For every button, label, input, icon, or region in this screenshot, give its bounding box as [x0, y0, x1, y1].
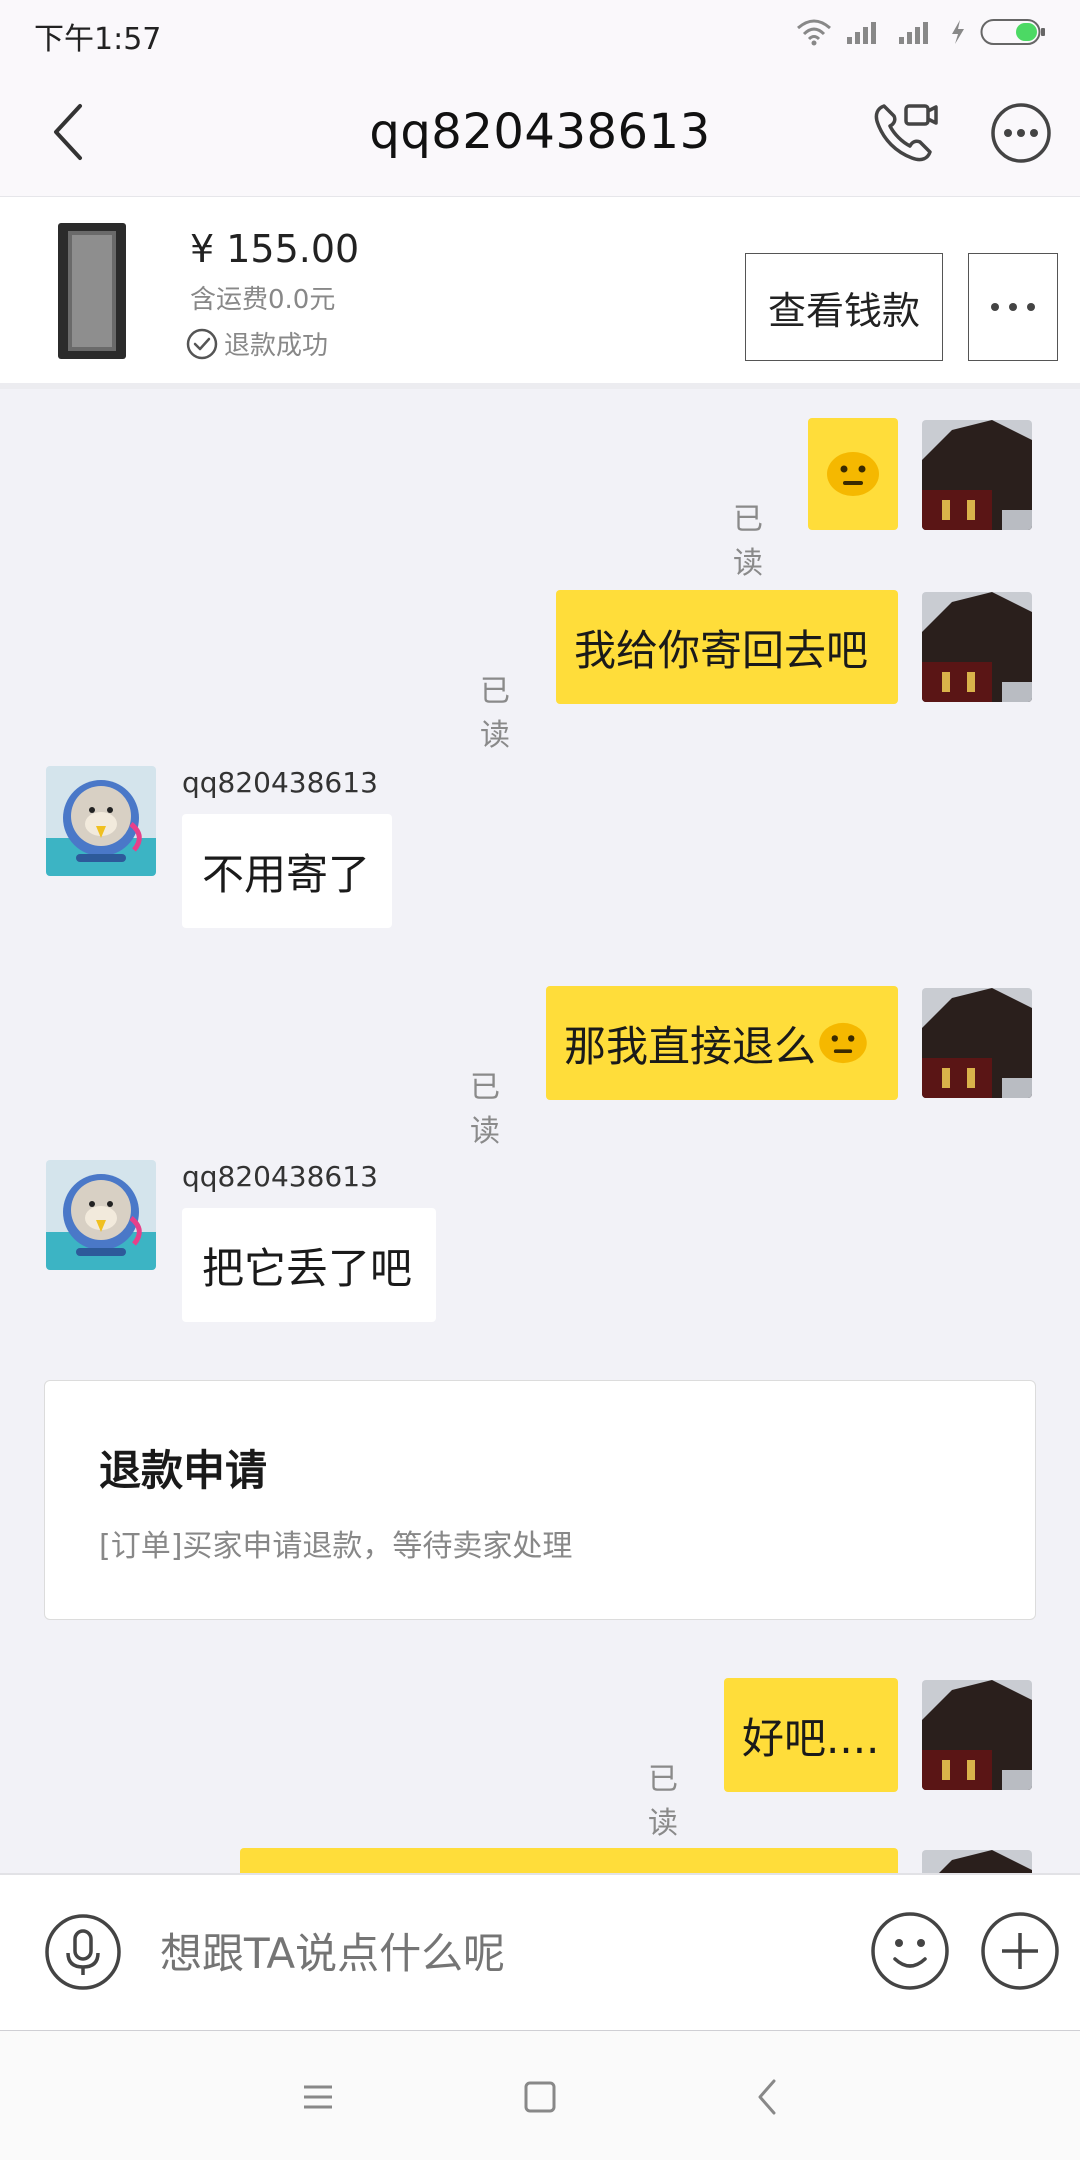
status-bar: 下午1:57: [0, 0, 1080, 66]
system-navigation-bar: [0, 2031, 1080, 2160]
menu-icon[interactable]: [296, 2075, 340, 2119]
plus-icon[interactable]: [980, 1911, 1060, 1991]
status-icons: [796, 18, 1046, 46]
read-label: 已读: [648, 1762, 678, 1841]
refund-status-label: 退款成功: [224, 331, 329, 361]
smiley-icon[interactable]: [870, 1911, 950, 1991]
refund-status: 退款成功: [186, 325, 328, 362]
user-avatar[interactable]: [922, 420, 1032, 530]
user-avatar[interactable]: [922, 988, 1032, 1098]
home-square-icon[interactable]: [518, 2075, 562, 2119]
phone-video-icon[interactable]: [870, 96, 940, 166]
contact-avatar[interactable]: [46, 1160, 156, 1270]
order-more-button[interactable]: [968, 253, 1058, 361]
more-dots-icon[interactable]: [990, 102, 1052, 164]
message-bubble[interactable]: [240, 1848, 898, 1873]
message-bubble[interactable]: 那我直接退么: [546, 986, 898, 1100]
user-avatar[interactable]: [922, 1680, 1032, 1790]
microphone-icon[interactable]: [44, 1913, 122, 1991]
product-image[interactable]: [56, 221, 128, 361]
refund-card-description: [订单]买家申请退款，等待卖家处理: [99, 1529, 573, 1564]
refund-request-card[interactable]: 退款申请 [订单]买家申请退款，等待卖家处理: [44, 1380, 1036, 1620]
neutral-face-emoji-icon: [827, 452, 879, 496]
chat-messages[interactable]: 已读 已读 我给你寄回去吧 qq820438613 不用寄了 已读 那我直接退么…: [0, 390, 1080, 1873]
refund-card-title: 退款申请: [99, 1446, 268, 1495]
read-label: 已读: [480, 674, 510, 753]
message-bubble[interactable]: [808, 418, 898, 530]
message-bubble[interactable]: 我给你寄回去吧: [556, 590, 898, 704]
message-text: 那我直接退么: [564, 1021, 817, 1071]
message-bubble[interactable]: 把它丢了吧: [182, 1208, 436, 1322]
order-price: ¥ 155.00: [190, 227, 360, 271]
message-input-bar: [0, 1873, 1080, 2033]
read-label: 已读: [733, 502, 763, 581]
message-bubble[interactable]: 好吧....: [724, 1678, 898, 1792]
status-time: 下午1:57: [34, 22, 162, 57]
user-avatar[interactable]: [922, 592, 1032, 702]
user-avatar[interactable]: [922, 1850, 1032, 1873]
message-bubble[interactable]: 不用寄了: [182, 814, 392, 928]
wifi-icon: [797, 19, 831, 46]
battery-icon: [980, 19, 1045, 45]
back-chevron-icon[interactable]: [746, 2075, 790, 2119]
neutral-face-emoji-icon: [819, 1022, 867, 1064]
view-money-button[interactable]: 查看钱款: [745, 253, 943, 361]
signal-icon: [847, 22, 876, 44]
read-label: 已读: [470, 1070, 500, 1149]
more-dots-icon: [991, 303, 1035, 311]
sender-name: qq820438613: [182, 766, 378, 799]
check-circle-icon: [186, 328, 218, 359]
message-input[interactable]: [160, 1925, 840, 1981]
nav-bar: qq820438613: [0, 66, 1080, 197]
charging-icon: [952, 20, 964, 44]
shipping-fee: 含运费0.0元: [190, 285, 336, 315]
contact-avatar[interactable]: [46, 766, 156, 876]
signal-icon-2: [899, 22, 928, 44]
order-summary: ¥ 155.00 含运费0.0元 退款成功 查看钱款: [0, 197, 1080, 389]
sender-name: qq820438613: [182, 1160, 378, 1193]
